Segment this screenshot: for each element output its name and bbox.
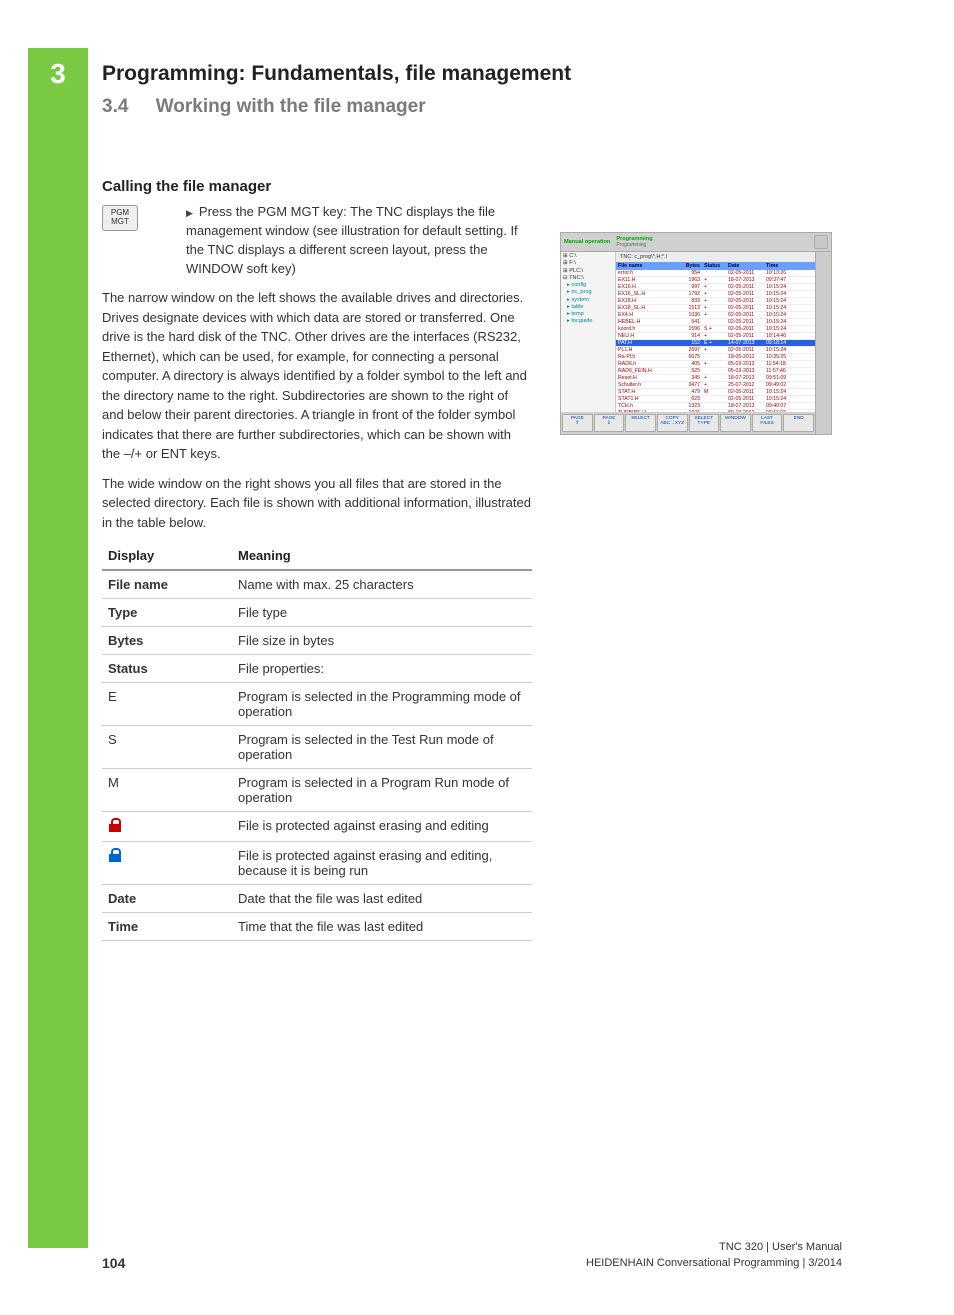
table-cell-display: Date — [102, 885, 232, 913]
display-meaning-table: Display Meaning File nameName with max. … — [102, 542, 532, 941]
table-cell-display: Type — [102, 599, 232, 627]
tnc-right-sidebar — [815, 252, 831, 434]
file-row: EX18.H833+02-05-201110:15:24 — [616, 298, 815, 305]
section-heading: 3.4 Working with the file manager — [102, 96, 882, 118]
lock-blue-icon — [108, 848, 122, 862]
tnc-file-list: TNC: c_prog\*.H;*.I File name Bytes Stat… — [616, 252, 815, 412]
table-cell-display: File name — [102, 570, 232, 599]
table-cell-display: E — [102, 683, 232, 726]
file-row: Ra-Pl.h667518-05-201210:35:25 — [616, 354, 815, 361]
softkey: SELECT TYPE — [689, 414, 720, 432]
file-row: EX11.H1963+18-07-201309:37:47 — [616, 277, 815, 284]
section-title: Working with the file manager — [156, 96, 426, 117]
file-row: EX16.H997+02-05-201110:15:24 — [616, 284, 815, 291]
table-cell-display: S — [102, 726, 232, 769]
table-cell-meaning: Time that the file was last edited — [232, 913, 532, 941]
tnc-file-header: File name Bytes Status Date Time — [616, 262, 815, 270]
softkey: SELECT — [625, 414, 656, 432]
paragraph-1: The narrow window on the left shows the … — [102, 288, 532, 464]
file-row: TURBINE.H197109-10-201207:11:22 — [616, 410, 815, 412]
tree-node: ⊟ TNC:\ — [563, 275, 613, 282]
file-row: STAT.H479M02-05-201110:15:24 — [616, 389, 815, 396]
pgm-mgt-key-icon: PGM MGT — [102, 205, 138, 231]
paragraph-2: The wide window on the right shows you a… — [102, 474, 532, 533]
file-row: PL1.H2697+02-05-201110:15:24 — [616, 347, 815, 354]
tnc-path-bar: TNC: c_prog\*.H;*.I — [616, 252, 815, 262]
page-number: 104 — [102, 1255, 125, 1271]
file-row: error.h95402-05-201110:13:26 — [616, 270, 815, 277]
table-cell-meaning: File size in bytes — [232, 627, 532, 655]
file-row: Reset.H345+18-07-201309:51:09 — [616, 375, 815, 382]
section-number: 3.4 — [102, 96, 128, 117]
table-cell-meaning: File is protected against erasing and ed… — [232, 812, 532, 842]
table-cell-meaning: File properties: — [232, 655, 532, 683]
table-cell-meaning: Date that the file was last edited — [232, 885, 532, 913]
file-row: TCH.h132318-07-201309:40:07 — [616, 403, 815, 410]
table-header-display: Display — [102, 542, 232, 570]
softkey: COPY ABC→XYZ — [657, 414, 688, 432]
file-row: koord.h1596S +02-05-201110:15:24 — [616, 326, 815, 333]
table-cell-meaning: Name with max. 25 characters — [232, 570, 532, 599]
softkey: LAST FILES — [752, 414, 783, 432]
tree-node: ▸ tncguide — [563, 318, 613, 325]
table-cell-meaning: Program is selected in the Programming m… — [232, 683, 532, 726]
table-cell-meaning: File type — [232, 599, 532, 627]
tree-node: ⊞ PLC:\ — [563, 268, 613, 275]
file-row: STAT1.H62302-05-201110:15:24 — [616, 396, 815, 403]
softkey: PAGE ⇓ — [594, 414, 625, 432]
softkey: WINDOW — [720, 414, 751, 432]
table-cell-display — [102, 812, 232, 842]
file-row: EX4.H1036+02-05-201110:15:24 — [616, 312, 815, 319]
table-cell-display: Status — [102, 655, 232, 683]
file-row: Schulter.h3477+25-07-201209:49:02 — [616, 382, 815, 389]
tnc-screenshot-illustration: Manual operation Programming Programming… — [560, 232, 832, 435]
table-cell-meaning: Program is selected in the Test Run mode… — [232, 726, 532, 769]
softkey: END — [783, 414, 814, 432]
table-cell-display — [102, 842, 232, 885]
file-row: RAD6.h405+05-03-201311:54:18 — [616, 361, 815, 368]
table-cell-display: Bytes — [102, 627, 232, 655]
tree-node: ⊞ C:\ — [563, 253, 613, 260]
file-row: HEBEL.H54102-05-201110:15:24 — [616, 319, 815, 326]
key-instruction-text: Press the PGM MGT key: The TNC displays … — [186, 203, 536, 278]
lock-red-icon — [108, 818, 122, 832]
tree-node: ▸ system — [563, 297, 613, 304]
tnc-mode-left: Manual operation — [564, 239, 610, 245]
file-row: PAT.H152E +14-07-201309:18:14 — [616, 340, 815, 347]
chapter-title: Programming: Fundamentals, file manageme… — [102, 62, 882, 86]
tree-node: ▸ config — [563, 282, 613, 289]
table-cell-meaning: File is protected against erasing and ed… — [232, 842, 532, 885]
softkey: PAGE ⇑ — [562, 414, 593, 432]
chapter-sidebar — [28, 48, 88, 1248]
tnc-directory-tree: ⊞ C:\⊞ F:\⊞ PLC:\⊟ TNC:\▸ config▸ nc_pro… — [561, 252, 616, 412]
table-cell-display: Time — [102, 913, 232, 941]
gear-icon — [814, 235, 828, 249]
tnc-mode-sub: Programming — [616, 242, 652, 248]
file-row: EX18_SL.H1513+02-05-201110:15:24 — [616, 305, 815, 312]
file-row: NEU.H914+02-05-201110:14:46 — [616, 333, 815, 340]
file-row: RAD6_FEIN.H52505-03-201311:57:46 — [616, 368, 815, 375]
tree-node: ▸ nc_prog — [563, 289, 613, 296]
subsection-heading: Calling the file manager — [102, 178, 882, 195]
footer-text: TNC 320 | User's Manual HEIDENHAIN Conve… — [586, 1240, 842, 1271]
tree-node: ▸ temp — [563, 311, 613, 318]
chapter-number: 3 — [28, 58, 88, 90]
table-header-meaning: Meaning — [232, 542, 532, 570]
table-cell-meaning: Program is selected in a Program Run mod… — [232, 769, 532, 812]
tree-node: ▸ table — [563, 304, 613, 311]
tnc-softkey-row: PAGE ⇑PAGE ⇓SELECTCOPY ABC→XYZSELECT TYP… — [561, 412, 815, 434]
table-cell-display: M — [102, 769, 232, 812]
file-row: EX16_SL.H1792+02-05-201110:15:24 — [616, 291, 815, 298]
tree-node: ⊞ F:\ — [563, 260, 613, 267]
